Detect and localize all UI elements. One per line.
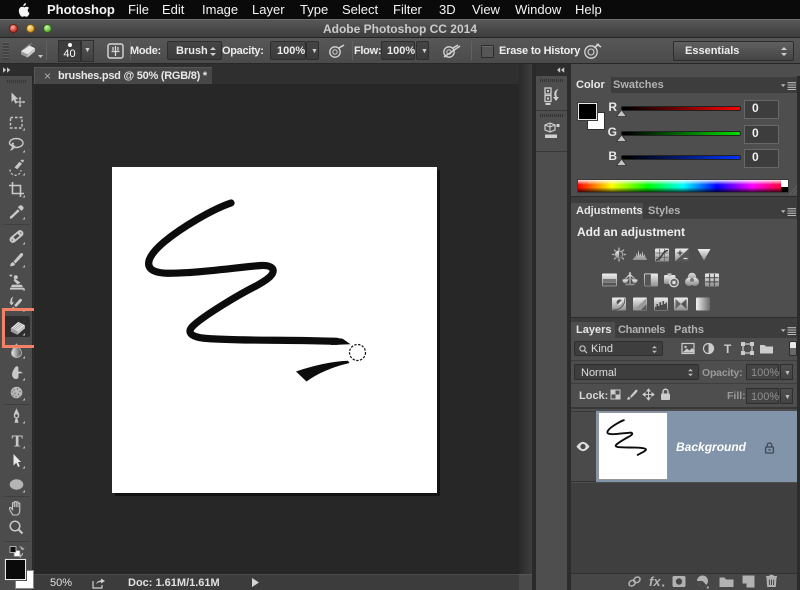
svg-text:fx: fx — [649, 574, 661, 588]
svg-text:T: T — [12, 432, 24, 449]
svg-text:T: T — [724, 342, 732, 355]
